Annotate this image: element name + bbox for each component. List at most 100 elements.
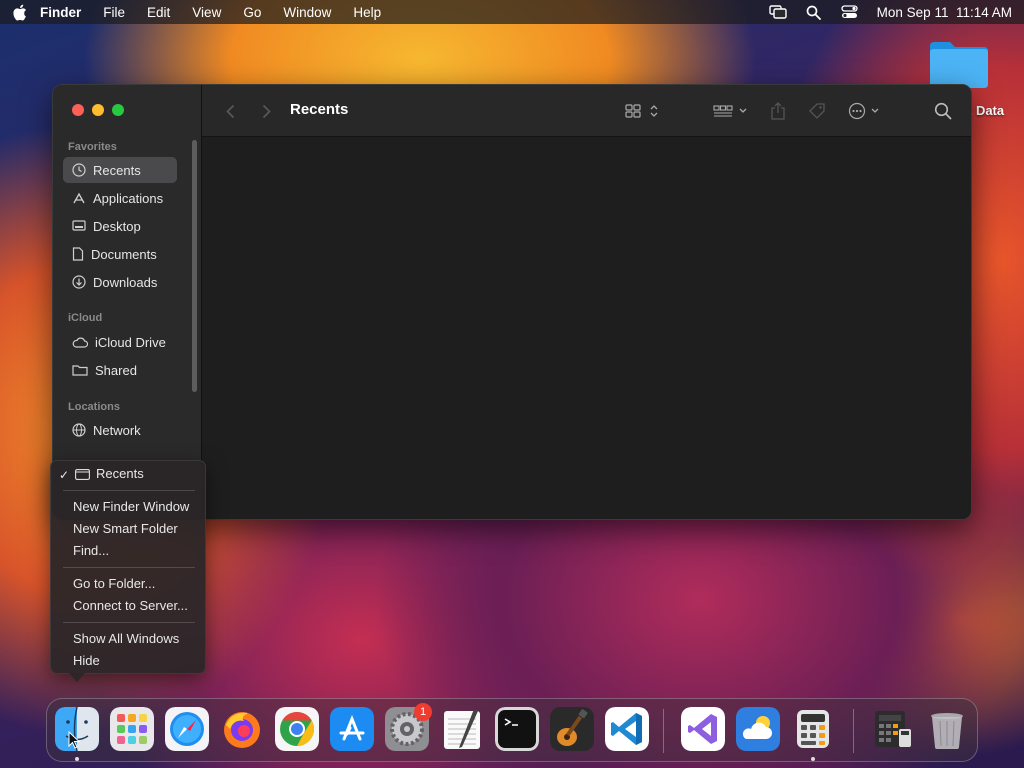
shared-folder-icon bbox=[72, 365, 88, 376]
sidebar-item-recents[interactable]: Recents bbox=[63, 157, 177, 183]
app-store-icon bbox=[330, 707, 374, 751]
dock-app-chrome[interactable] bbox=[275, 707, 319, 751]
apple-icon[interactable] bbox=[12, 4, 28, 20]
calculator-stack-icon bbox=[875, 711, 911, 747]
window-title: Recents bbox=[290, 101, 349, 118]
globe-icon bbox=[72, 423, 86, 437]
dock-app-launchpad[interactable] bbox=[110, 707, 154, 751]
close-window-button[interactable] bbox=[72, 104, 84, 116]
menu-window[interactable]: Window bbox=[283, 5, 331, 20]
menubar-clock[interactable]: Mon Sep 11 11:14 AM bbox=[877, 5, 1012, 20]
sidebar-item-label: Shared bbox=[95, 362, 137, 378]
minimize-window-button[interactable] bbox=[92, 104, 104, 116]
tag-icon bbox=[809, 103, 825, 119]
dock bbox=[46, 698, 978, 762]
sidebar-item-label: Network bbox=[93, 422, 141, 438]
screen-mirroring-icon[interactable] bbox=[768, 4, 787, 20]
tag-button[interactable] bbox=[806, 101, 828, 121]
share-icon bbox=[771, 102, 785, 120]
sidebar-item-shared[interactable]: Shared bbox=[63, 357, 177, 383]
menu-app-name[interactable]: Finder bbox=[40, 5, 81, 20]
forward-button[interactable] bbox=[258, 101, 274, 121]
menu-view[interactable]: View bbox=[192, 5, 221, 20]
ctx-item-label: Recents bbox=[96, 466, 144, 481]
back-button[interactable] bbox=[222, 101, 238, 121]
sidebar-item-icloud-drive[interactable]: iCloud Drive bbox=[63, 329, 177, 355]
desktop-icon bbox=[72, 220, 86, 231]
ctx-item-recents[interactable]: Recents bbox=[75, 464, 144, 484]
menu-divider bbox=[63, 567, 195, 568]
dock-app-trash[interactable] bbox=[925, 707, 969, 751]
weather-icon bbox=[736, 707, 780, 751]
dock-app-terminal[interactable] bbox=[495, 707, 539, 751]
context-menu-pointer bbox=[69, 673, 85, 682]
dock-context-menu: ✓ Recents New Finder Window New Smart Fo… bbox=[50, 460, 206, 674]
dock-app-textedit[interactable] bbox=[440, 707, 484, 751]
dock-app-calculator[interactable] bbox=[791, 707, 835, 751]
sidebar-item-downloads[interactable]: Downloads bbox=[63, 269, 177, 295]
dock-app-weather[interactable] bbox=[736, 707, 780, 751]
terminal-icon bbox=[495, 707, 539, 751]
sidebar-header-favorites: Favorites bbox=[68, 141, 117, 153]
dock-stack-folder[interactable] bbox=[871, 707, 915, 751]
menu-divider bbox=[63, 490, 195, 491]
cloud-icon bbox=[72, 337, 88, 348]
ctx-item-connect-to-server[interactable]: Connect to Server... bbox=[73, 596, 188, 616]
textedit-icon bbox=[444, 709, 480, 749]
ctx-item-go-to-folder[interactable]: Go to Folder... bbox=[73, 574, 155, 594]
sidebar-item-label: Recents bbox=[93, 162, 141, 178]
chevron-left-icon bbox=[225, 104, 234, 118]
ctx-item-new-finder-window[interactable]: New Finder Window bbox=[73, 497, 189, 517]
menu-file[interactable]: File bbox=[103, 5, 125, 20]
calculator-icon bbox=[797, 710, 829, 748]
applications-icon bbox=[73, 192, 85, 204]
search-icon bbox=[934, 102, 952, 120]
dock-app-garageband[interactable] bbox=[550, 707, 594, 751]
ctx-item-new-smart-folder[interactable]: New Smart Folder bbox=[73, 519, 178, 539]
chevron-right-icon bbox=[262, 104, 271, 118]
control-center-icon[interactable] bbox=[841, 4, 859, 20]
window-controls bbox=[72, 104, 124, 116]
sidebar-item-desktop[interactable]: Desktop bbox=[63, 213, 177, 239]
chrome-icon bbox=[275, 707, 319, 751]
spotlight-search-icon[interactable] bbox=[805, 4, 823, 20]
dock-app-app-store[interactable] bbox=[330, 707, 374, 751]
more-options-icon bbox=[848, 102, 879, 120]
sidebar-scrollbar[interactable] bbox=[192, 140, 197, 392]
safari-icon bbox=[165, 707, 209, 751]
zoom-window-button[interactable] bbox=[112, 104, 124, 116]
dock-app-vscode[interactable] bbox=[605, 707, 649, 751]
dock-app-safari[interactable] bbox=[165, 707, 209, 751]
finder-content-area[interactable] bbox=[202, 137, 971, 519]
share-button[interactable] bbox=[768, 101, 788, 121]
sidebar-item-label: Desktop bbox=[93, 218, 141, 234]
checkmark-icon: ✓ bbox=[59, 468, 70, 482]
document-icon bbox=[72, 247, 84, 261]
sidebar-item-documents[interactable]: Documents bbox=[63, 241, 177, 267]
menu-edit[interactable]: Edit bbox=[147, 5, 170, 20]
finder-window: Favorites Recents Applications Desktop D… bbox=[52, 84, 972, 520]
sidebar-item-network[interactable]: Network bbox=[63, 417, 177, 443]
menu-go[interactable]: Go bbox=[243, 5, 261, 20]
finder-toolbar: Recents bbox=[202, 85, 971, 137]
view-mode-button[interactable] bbox=[624, 101, 662, 121]
menu-help[interactable]: Help bbox=[353, 5, 381, 20]
running-indicator bbox=[75, 757, 79, 761]
menu-bar: Finder File Edit View Go Window Help Mon… bbox=[0, 0, 1024, 24]
download-icon bbox=[72, 275, 86, 289]
mouse-pointer-icon bbox=[68, 730, 81, 754]
sidebar-item-applications[interactable]: Applications bbox=[63, 185, 177, 211]
guitar-icon bbox=[550, 707, 594, 751]
search-button[interactable] bbox=[932, 101, 954, 121]
desktop-folder-label: t Data bbox=[968, 103, 1005, 118]
ctx-item-find[interactable]: Find... bbox=[73, 541, 109, 561]
group-by-button[interactable] bbox=[712, 101, 752, 121]
desktop-folder-icon[interactable] bbox=[928, 38, 990, 90]
notification-badge: 1 bbox=[414, 703, 432, 721]
dock-divider bbox=[853, 709, 854, 753]
ctx-item-hide[interactable]: Hide bbox=[73, 651, 100, 671]
dock-app-firefox[interactable] bbox=[220, 707, 264, 751]
ctx-item-show-all-windows[interactable]: Show All Windows bbox=[73, 629, 179, 649]
dock-app-visual-studio[interactable] bbox=[681, 707, 725, 751]
action-menu-button[interactable] bbox=[848, 101, 888, 121]
